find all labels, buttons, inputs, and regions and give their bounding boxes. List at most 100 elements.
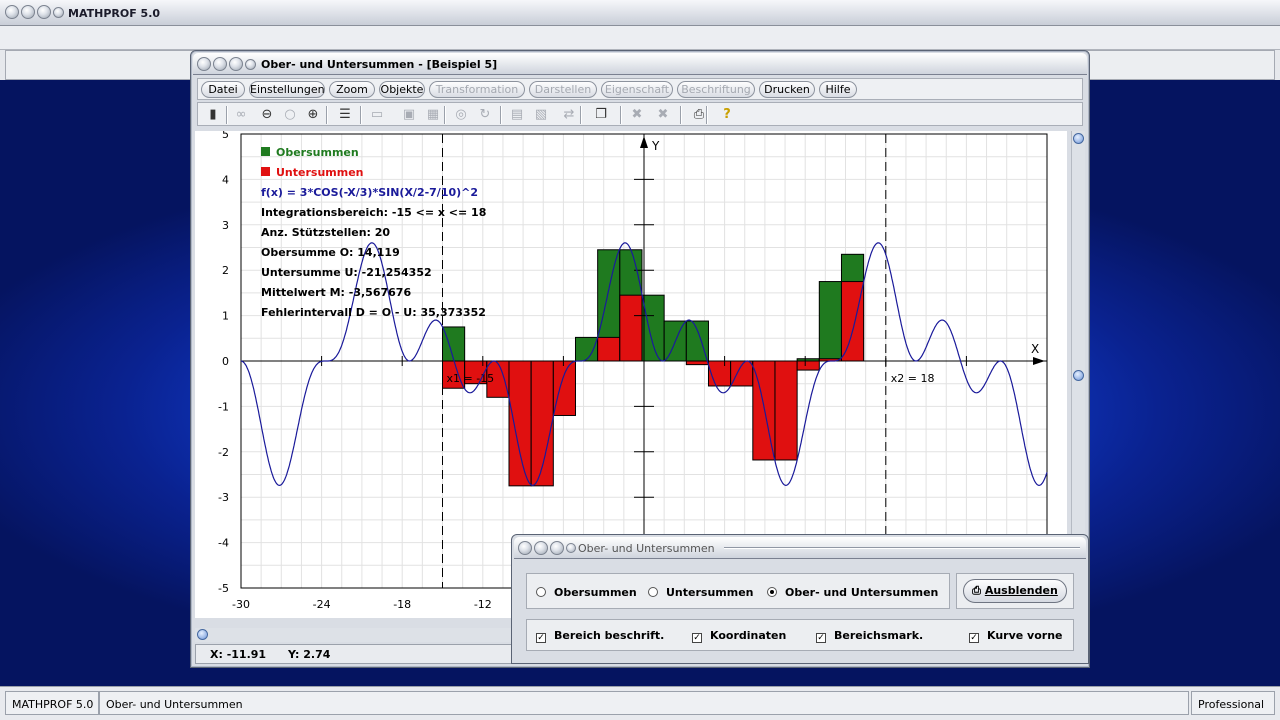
coord-x: X: -11.91 xyxy=(210,648,267,661)
checkbox[interactable]: ✓ xyxy=(816,633,826,643)
table-icon[interactable]: ▤ xyxy=(508,106,526,124)
toolbar-separator xyxy=(326,106,328,124)
radio-ober-und-untersummen[interactable]: Ober- und Untersummen xyxy=(767,586,938,599)
legend-lower: Untersummen xyxy=(276,166,364,179)
ausblenden-button[interactable]: ⎙ Ausblenden xyxy=(963,579,1067,603)
close-orb-icon[interactable] xyxy=(197,57,211,71)
menu-darstellen[interactable]: Darstellen xyxy=(529,81,597,98)
x-axis-arrow-icon xyxy=(1033,357,1045,365)
window-title: Ober- und Untersummen - [Beispiel 5] xyxy=(261,58,498,71)
horizontal-scrollbar[interactable] xyxy=(195,628,517,642)
lower-sum-bar xyxy=(508,360,532,487)
copy-icon[interactable]: ◎ xyxy=(452,106,470,124)
minimize-orb-icon[interactable] xyxy=(21,5,35,19)
y-tick-label: -3 xyxy=(218,491,229,504)
x2-label: x2 = 18 xyxy=(891,372,935,385)
radio-circle[interactable] xyxy=(767,587,777,597)
export-icon[interactable]: ⇄ xyxy=(560,106,578,124)
box-icon[interactable]: ▣ xyxy=(400,106,418,124)
y-tick-label: 2 xyxy=(222,264,229,277)
radio-obersummen[interactable]: Obersummen xyxy=(536,586,637,599)
close-orb-icon[interactable] xyxy=(5,5,19,19)
zoom-in-icon[interactable]: ⊕ xyxy=(304,106,322,124)
zoom-out-icon[interactable]: ⊖ xyxy=(258,106,276,124)
legend-swatch-upper xyxy=(261,147,270,156)
toolbar: ▮ ∞ ⊖ ○ ⊕ ☰ ▭ ▣ ▦ ◎ ↻ ▤ ▧ ⇄ ❐ ✖ ✖ ⎙? xyxy=(197,102,1083,126)
app-title: MATHPROF 5.0 xyxy=(68,7,161,20)
app-orb-icon xyxy=(53,7,64,18)
menu-einstellungen[interactable]: Einstellungen xyxy=(249,81,325,98)
radio-circle[interactable] xyxy=(648,587,658,597)
recycle-icon[interactable]: ↻ xyxy=(476,106,494,124)
window-titlebar[interactable]: Ober- und Untersummen - [Beispiel 5] xyxy=(193,53,1087,75)
lower-sum-bar xyxy=(597,336,621,362)
x-axis-label: X xyxy=(1031,342,1039,356)
y-tick-label: -5 xyxy=(218,582,229,595)
menu-drucken[interactable]: Drucken xyxy=(759,81,815,98)
check-bereichsmark[interactable]: ✓ Bereichsmark. xyxy=(816,629,923,643)
y-tick-label: 1 xyxy=(222,310,229,323)
status-module: Ober- und Untersummen xyxy=(99,691,1189,715)
delete-all-icon[interactable]: ✖ xyxy=(654,106,672,124)
check-bereich-beschrift[interactable]: ✓ Bereich beschrift. xyxy=(536,629,664,643)
maximize-orb-icon[interactable] xyxy=(37,5,51,19)
radio-circle[interactable] xyxy=(536,587,546,597)
upper-sum-bar xyxy=(442,326,466,362)
radio-label: Obersummen xyxy=(554,586,637,599)
checkbox[interactable]: ✓ xyxy=(969,633,979,643)
x-tick-label: -12 xyxy=(474,598,492,611)
menu-beschriftung[interactable]: Beschriftung xyxy=(677,81,755,98)
minimize-orb-icon[interactable] xyxy=(534,541,548,555)
check-label: Koordinaten xyxy=(710,629,787,642)
menu-datei[interactable]: Datei xyxy=(201,81,245,98)
calculator-icon[interactable]: ▮ xyxy=(204,106,222,124)
radio-label: Ober- und Untersummen xyxy=(785,586,939,599)
maximize-orb-icon[interactable] xyxy=(229,57,243,71)
info-line: Fehlerintervall D = O - U: 35,373352 xyxy=(261,306,486,319)
info-line: Anz. Stützstellen: 20 xyxy=(261,226,390,239)
menu-transformation[interactable]: Transformation xyxy=(429,81,525,98)
scroll-left-icon[interactable] xyxy=(197,629,208,640)
checkbox[interactable]: ✓ xyxy=(692,633,702,643)
pages-icon[interactable]: ❐ xyxy=(592,106,610,124)
upper-sum-bar xyxy=(641,294,665,362)
lower-sum-bar xyxy=(552,360,576,416)
table-image-icon[interactable]: ▧ xyxy=(532,106,550,124)
check-kurve-vorne[interactable]: ✓ Kurve vorne xyxy=(969,629,1063,643)
checkbox[interactable]: ✓ xyxy=(536,633,546,643)
dialog-title: Ober- und Untersummen xyxy=(578,542,715,555)
info-line: Untersumme U: -21,254352 xyxy=(261,266,432,279)
check-label: Bereich beschrift. xyxy=(554,629,665,642)
minimize-orb-icon[interactable] xyxy=(213,57,227,71)
check-koordinaten[interactable]: ✓ Koordinaten xyxy=(692,629,786,643)
grid-icon[interactable]: ▦ xyxy=(424,106,442,124)
close-orb-icon[interactable] xyxy=(518,541,532,555)
lower-sum-bar xyxy=(619,294,643,362)
menu-objekte[interactable]: Objekte xyxy=(379,81,425,98)
window-icon[interactable]: ▭ xyxy=(368,106,386,124)
menu-eigenschaft[interactable]: Eigenschaft xyxy=(601,81,673,98)
lower-sum-bar xyxy=(685,360,709,366)
delete-icon[interactable]: ✖ xyxy=(628,106,646,124)
glasses-icon[interactable]: ∞ xyxy=(232,106,250,124)
toolbar-separator xyxy=(620,106,622,124)
help-icon[interactable]: ? xyxy=(718,106,736,124)
app-menu-strip xyxy=(0,26,1280,50)
y-tick-label: 0 xyxy=(222,355,229,368)
zoom-reset-icon[interactable]: ○ xyxy=(281,106,299,124)
menu-zoom[interactable]: Zoom xyxy=(329,81,375,98)
maximize-orb-icon[interactable] xyxy=(550,541,564,555)
clipboard-icon[interactable]: ☰ xyxy=(336,106,354,124)
y-axis-arrow-icon xyxy=(640,136,648,148)
menubar: Datei Einstellungen Zoom Objekte Transformat… xyxy=(197,78,1083,100)
toolbar-separator xyxy=(680,106,682,124)
scroll-up-icon[interactable] xyxy=(1073,133,1084,144)
radio-untersummen[interactable]: Untersummen xyxy=(648,586,754,599)
dialog-titlebar[interactable]: Ober- und Untersummen xyxy=(514,537,1086,559)
y-tick-label: -4 xyxy=(218,537,229,550)
status-edition: Professional xyxy=(1191,691,1275,715)
scroll-thumb[interactable] xyxy=(1073,370,1084,381)
menu-hilfe[interactable]: Hilfe xyxy=(819,81,857,98)
toolbar-separator xyxy=(360,106,362,124)
toolbar-separator xyxy=(706,106,708,124)
